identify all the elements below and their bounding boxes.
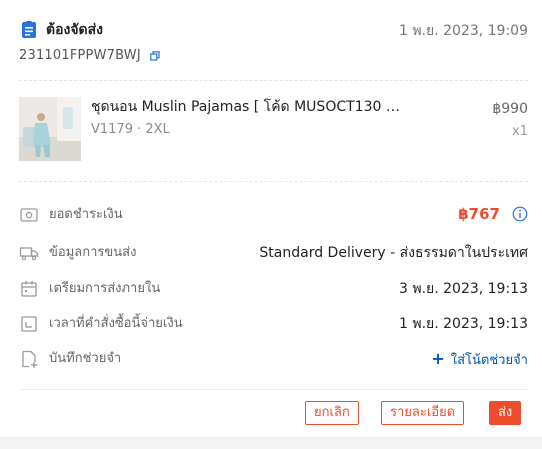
plus-icon: +	[431, 349, 445, 368]
cancel-button[interactable]: ยกเลิก	[305, 401, 359, 425]
info-icon[interactable]	[512, 206, 528, 222]
order-id-text: 231101FPPW7BWJ	[19, 48, 141, 63]
amount-row: ยอดชำระเงิน ฿767	[19, 203, 528, 227]
order-id: 231101FPPW7BWJ	[19, 46, 160, 66]
prepare-value: 3 พ.ย. 2023, 19:13	[398, 281, 528, 297]
note-label: บันทึกช่วยจำ	[49, 351, 122, 366]
copy-icon[interactable]	[150, 50, 160, 61]
divider	[19, 80, 528, 81]
clock-icon	[21, 316, 37, 332]
paid-time-value: 1 พ.ย. 2023, 19:13	[398, 316, 528, 332]
product-item[interactable]: ชุดนอน Muslin Pajamas [ โค้ด MUSOCT130 ล…	[19, 97, 528, 161]
product-price: ฿990	[492, 101, 528, 117]
ship-button[interactable]: ส่ง	[489, 401, 522, 425]
divider	[19, 181, 528, 182]
amount-value: ฿767	[458, 205, 500, 223]
product-thumbnail[interactable]	[19, 97, 81, 161]
add-note-label: ใส่โน้ตช่วยจำ	[450, 353, 528, 368]
order-doc-icon	[22, 21, 36, 38]
add-note-link[interactable]: + ใส่โน้ตช่วยจำ	[431, 349, 528, 371]
order-status: ต้องจัดส่ง	[46, 22, 104, 38]
paid-time-label: เวลาที่คำสั่งซื้อนี้จ่ายเงิน	[49, 316, 183, 331]
paid-time-row: เวลาที่คำสั่งซื้อนี้จ่ายเงิน 1 พ.ย. 2023…	[19, 312, 528, 336]
shipping-value: Standard Delivery - ส่งธรรมดาในประเทศ	[259, 245, 528, 261]
divider	[19, 389, 528, 390]
payment-icon	[20, 208, 38, 222]
order-header: ต้องจัดส่ง 1 พ.ย. 2023, 19:09 231101FPPW…	[19, 18, 528, 68]
amount-label: ยอดชำระเงิน	[49, 207, 123, 222]
calendar-icon	[21, 281, 37, 297]
product-quantity: x1	[512, 124, 528, 139]
details-button[interactable]: รายละเอียด	[381, 401, 465, 425]
product-name[interactable]: ชุดนอน Muslin Pajamas [ โค้ด MUSOCT130 ล…	[91, 97, 401, 117]
shipping-row: ข้อมูลการขนส่ง Standard Delivery - ส่งธร…	[19, 241, 528, 265]
product-variant: V1179 · 2XL	[91, 122, 170, 137]
order-created-time: 1 พ.ย. 2023, 19:09	[398, 23, 528, 39]
note-row: บันทึกช่วยจำ + ใส่โน้ตช่วยจำ	[19, 347, 528, 371]
order-card: ต้องจัดส่ง 1 พ.ย. 2023, 19:09 231101FPPW…	[0, 0, 542, 438]
shipping-label: ข้อมูลการขนส่ง	[49, 245, 137, 260]
prepare-row: เตรียมการส่งภายใน 3 พ.ย. 2023, 19:13	[19, 277, 528, 301]
truck-icon	[19, 247, 39, 261]
note-icon	[22, 350, 37, 368]
prepare-label: เตรียมการส่งภายใน	[49, 281, 161, 296]
